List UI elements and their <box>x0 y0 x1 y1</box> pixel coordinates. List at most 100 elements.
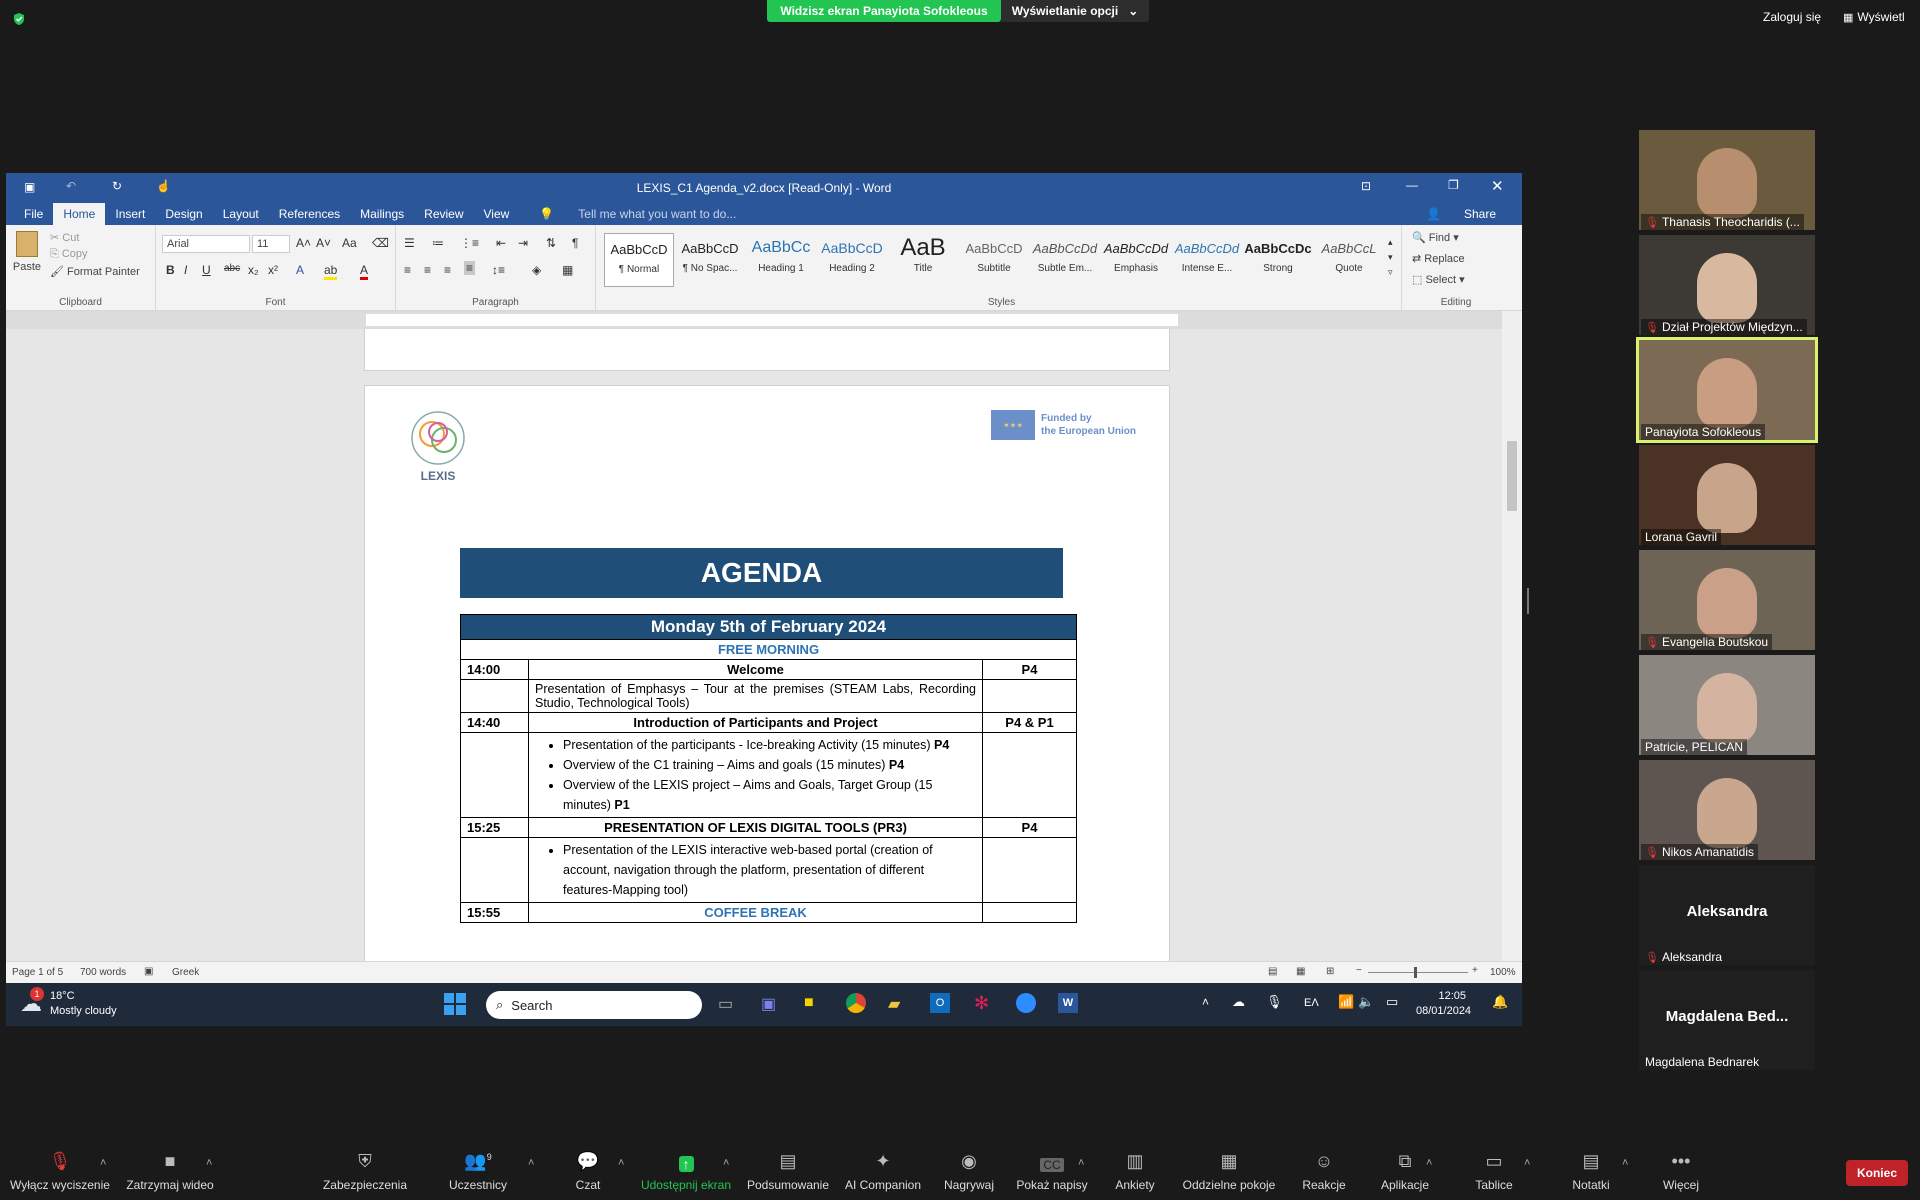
video-options-chevron[interactable]: ˄ <box>206 1157 212 1169</box>
input-language[interactable]: ΕΛ <box>1304 997 1319 1009</box>
decrease-indent-icon[interactable]: ⇤ <box>496 236 506 250</box>
minimize-icon[interactable]: — <box>1406 178 1418 192</box>
polls-button[interactable]: ▥ Ankiety <box>1110 1148 1160 1196</box>
mute-button[interactable]: 🎙 Wyłącz wyciszenie <box>8 1148 112 1196</box>
italic-icon[interactable]: I <box>184 263 187 277</box>
select-button[interactable]: ⬚ Select ▾ <box>1412 273 1465 286</box>
bold-icon[interactable]: B <box>166 263 175 277</box>
style-title[interactable]: AaB Title <box>888 233 958 287</box>
print-layout-icon[interactable]: ▦ <box>1296 966 1305 977</box>
tab-file[interactable]: File <box>6 203 53 225</box>
ribbon-display-icon[interactable]: ⊡ <box>1361 179 1371 193</box>
participant-tile[interactable]: 🎙 Dział Projektów Międzyn... <box>1639 235 1815 335</box>
share-options-chevron[interactable]: ˄ <box>723 1157 729 1169</box>
scroll-thumb[interactable] <box>1507 441 1517 511</box>
tab-references[interactable]: References <box>269 203 350 225</box>
style-strong[interactable]: AaBbCcDc Strong <box>1243 233 1313 287</box>
copy-button[interactable]: ⎘ Copy <box>50 248 88 261</box>
increase-indent-icon[interactable]: ⇥ <box>518 236 528 250</box>
clear-formatting-icon[interactable]: ⌫ <box>372 236 389 250</box>
style-subtitle[interactable]: AaBbCcD Subtitle <box>959 233 1029 287</box>
paste-button[interactable]: Paste <box>12 231 42 273</box>
numbering-icon[interactable]: ≔ <box>432 236 444 250</box>
proofing-icon[interactable]: ▣ <box>144 966 153 977</box>
strikethrough-icon[interactable]: abc <box>224 263 240 274</box>
tab-insert[interactable]: Insert <box>105 203 155 225</box>
end-meeting-button[interactable]: Koniec <box>1846 1160 1908 1186</box>
show-hidden-icons[interactable]: ˄ <box>1202 995 1209 1009</box>
chat-options-chevron[interactable]: ˄ <box>618 1157 624 1169</box>
font-color-icon[interactable]: A <box>360 263 369 280</box>
reactions-button[interactable]: ☺ Reakcje <box>1296 1148 1352 1196</box>
style-quote[interactable]: AaBbCcL Quote <box>1314 233 1384 287</box>
highlight-icon[interactable]: ab <box>324 263 338 280</box>
participant-tile[interactable]: Magdalena Bed... Magdalena Bednarek <box>1639 970 1815 1070</box>
participant-tile[interactable]: Lorana Gavril <box>1639 445 1815 545</box>
file-explorer-icon[interactable]: ▰ <box>888 994 900 1014</box>
format-painter-button[interactable]: 🖌 Format Painter <box>50 265 140 278</box>
notes-options-chevron[interactable]: ˄ <box>1622 1157 1628 1169</box>
restore-icon[interactable]: ❐ <box>1448 178 1459 192</box>
tab-design[interactable]: Design <box>155 203 212 225</box>
participants-options-chevron[interactable]: ˄ <box>528 1157 534 1169</box>
participant-tile[interactable]: 🎙 Thanasis Theocharidis (... <box>1639 130 1815 230</box>
justify-icon[interactable]: ≡ <box>464 261 476 275</box>
captions-options-chevron[interactable]: ˄ <box>1078 1157 1084 1169</box>
login-link[interactable]: Zaloguj się <box>1763 10 1821 24</box>
show-marks-icon[interactable]: ¶ <box>572 236 578 250</box>
multilevel-list-icon[interactable]: ⋮≡ <box>460 236 479 250</box>
style-emphasis[interactable]: AaBbCcDd Emphasis <box>1101 233 1171 287</box>
web-layout-icon[interactable]: ⊞ <box>1326 966 1334 977</box>
shrink-font-icon[interactable]: A˅ <box>316 236 331 250</box>
tab-review[interactable]: Review <box>414 203 473 225</box>
whiteboards-button[interactable]: ▭ Tablice <box>1466 1148 1522 1196</box>
teams-icon[interactable]: ▣ <box>761 994 776 1014</box>
tab-mailings[interactable]: Mailings <box>350 203 414 225</box>
grow-font-icon[interactable]: A˄ <box>296 236 311 250</box>
volume-icon[interactable]: 🔈 <box>1358 994 1374 1010</box>
view-options-button[interactable]: Wyświetlanie opcji ⌄ <box>1001 0 1149 22</box>
language-status[interactable]: Greek <box>172 967 199 978</box>
tab-view[interactable]: View <box>474 203 520 225</box>
shading-icon[interactable]: ◈ <box>532 263 541 277</box>
weather-widget[interactable]: ☁ 1 18°C Mostly cloudy <box>20 987 117 1019</box>
font-size-select[interactable]: 11 <box>252 235 290 253</box>
windows-start-icon[interactable] <box>444 993 466 1015</box>
page-count[interactable]: Page 1 of 5 <box>12 967 63 978</box>
change-case-icon[interactable]: Aa <box>342 236 357 250</box>
participant-tile-active-speaker[interactable]: Panayiota Sofokleous <box>1636 337 1818 443</box>
word-count[interactable]: 700 words <box>80 967 126 978</box>
chat-button[interactable]: 💬 Czat <box>566 1148 610 1196</box>
vertical-scrollbar[interactable] <box>1502 311 1522 961</box>
horizontal-ruler[interactable] <box>6 311 1522 329</box>
task-view-icon[interactable]: ▭ <box>718 994 733 1014</box>
zoom-in-icon[interactable]: + <box>1472 965 1478 976</box>
ai-companion-button[interactable]: ✦ AI Companion <box>842 1148 924 1196</box>
align-right-icon[interactable]: ≡ <box>444 263 451 277</box>
text-effects-icon[interactable]: A <box>296 263 304 277</box>
word-app-icon[interactable]: W <box>1058 993 1078 1013</box>
align-left-icon[interactable]: ≡ <box>404 263 411 277</box>
microphone-icon[interactable]: 🎙 <box>1266 994 1283 1010</box>
participant-tile[interactable]: Aleksandra 🎙 Aleksandra <box>1639 865 1815 965</box>
stop-video-button[interactable]: ■ Zatrzymaj wideo <box>122 1148 218 1196</box>
notification-bell-icon[interactable]: 🔔 <box>1492 994 1508 1010</box>
underline-icon[interactable]: U <box>202 263 211 277</box>
align-center-icon[interactable]: ≡ <box>424 263 431 277</box>
style-no-spacing[interactable]: AaBbCcD ¶ No Spac... <box>675 233 745 287</box>
mute-options-chevron[interactable]: ˄ <box>100 1157 106 1169</box>
replace-button[interactable]: ⇄ Replace <box>1412 252 1465 265</box>
style-intense-emphasis[interactable]: AaBbCcDd Intense E... <box>1172 233 1242 287</box>
captions-button[interactable]: CC Pokaż napisy <box>1012 1148 1092 1196</box>
whiteboards-options-chevron[interactable]: ˄ <box>1524 1157 1530 1169</box>
share-screen-button[interactable]: ↑ Udostępnij ekran <box>638 1148 734 1196</box>
security-button[interactable]: ⛨ Zabezpieczenia <box>320 1148 410 1196</box>
battery-icon[interactable]: ▭ <box>1386 994 1398 1010</box>
taskbar-search[interactable]: ⌕ Search <box>486 991 702 1019</box>
find-button[interactable]: 🔍 Find ▾ <box>1412 231 1459 244</box>
bullets-icon[interactable]: ☰ <box>404 236 415 250</box>
participants-button[interactable]: 👥9 Uczestnicy <box>446 1148 510 1196</box>
apps-button[interactable]: ⧉ Aplikacje <box>1374 1148 1436 1196</box>
outlook-icon[interactable]: O <box>930 993 950 1013</box>
slack-icon[interactable]: ✻ <box>974 993 989 1014</box>
